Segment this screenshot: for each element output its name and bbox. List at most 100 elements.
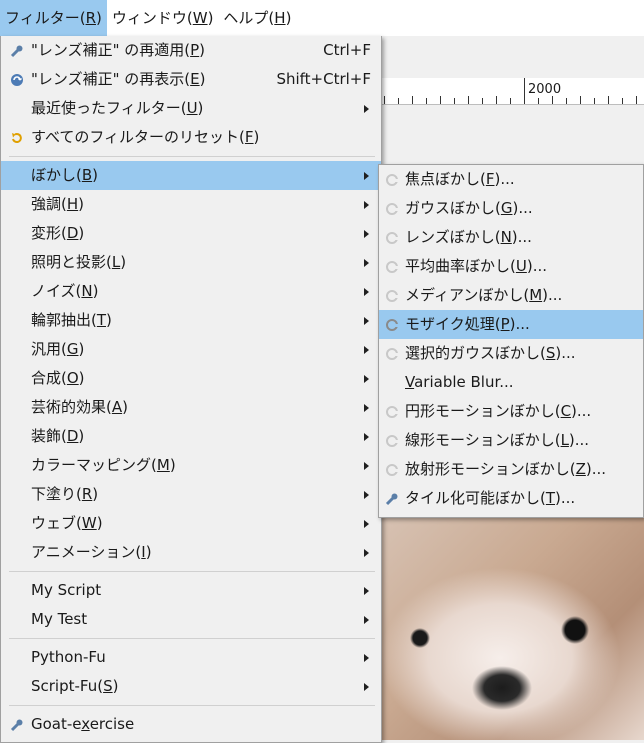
reset-icon: [9, 130, 24, 145]
menu-item-light-shadow[interactable]: 照明と投影(L): [1, 248, 381, 277]
item-label: カラーマッピング(: [31, 456, 157, 474]
submenu-arrow-icon: [364, 520, 369, 528]
submenu-item-gaussian-blur[interactable]: ガウスぼかし(G)...: [379, 194, 643, 223]
item-label: ノイズ(: [31, 282, 82, 300]
item-label: レンズぼかし(: [405, 228, 501, 246]
item-label: 装飾(: [31, 427, 67, 445]
gegl-icon: [384, 462, 399, 477]
submenu-arrow-icon: [364, 230, 369, 238]
menu-item-edge-detect[interactable]: 輪郭抽出(T): [1, 306, 381, 335]
menu-item-web[interactable]: ウェブ(W): [1, 509, 381, 538]
item-suffix: )...: [568, 431, 590, 449]
menu-item-generic[interactable]: 汎用(G): [1, 335, 381, 364]
menu-item-color-mapping[interactable]: カラーマッピング(M): [1, 451, 381, 480]
mnemonic: W: [81, 514, 97, 532]
menu-windows[interactable]: ウィンドウ(W): [107, 0, 219, 36]
submenu-item-lens-blur[interactable]: レンズぼかし(N)...: [379, 223, 643, 252]
submenu-arrow-icon: [364, 346, 369, 354]
submenu-item-variable-blur[interactable]: Variable Blur...: [379, 368, 643, 397]
menu-item-blur[interactable]: ぼかし(B): [1, 161, 381, 190]
submenu-arrow-icon: [364, 587, 369, 595]
ruler-tick: [608, 96, 609, 104]
menu-filters[interactable]: フィルター(R): [0, 0, 107, 36]
submenu-item-mean-curvature-blur[interactable]: 平均曲率ぼかし(U)...: [379, 252, 643, 281]
submenu-arrow-icon: [364, 433, 369, 441]
mnemonic: N: [81, 282, 93, 300]
menu-separator: [9, 705, 375, 706]
menu-item-combine[interactable]: 合成(O): [1, 364, 381, 393]
menu-item-animation[interactable]: アニメーション(I): [1, 538, 381, 567]
item-label: アニメーション(: [31, 543, 142, 561]
menu-item-noise[interactable]: ノイズ(N): [1, 277, 381, 306]
submenu-arrow-icon: [364, 317, 369, 325]
menu-item-distorts[interactable]: 変形(D): [1, 219, 381, 248]
ruler-tick: [594, 98, 595, 104]
submenu-item-pixelize[interactable]: モザイク処理(P)...: [379, 310, 643, 339]
item-label: My Test: [31, 610, 88, 628]
item-suffix: ): [120, 253, 127, 271]
menu-suffix: ): [207, 9, 214, 27]
ruler-tick: [566, 98, 567, 104]
item-label: 円形モーションぼかし(: [405, 402, 561, 420]
item-label: 下塗り(: [31, 485, 82, 503]
submenu-item-median-blur[interactable]: メディアンぼかし(M)...: [379, 281, 643, 310]
gear-icon: [384, 491, 399, 506]
ruler-tick: [510, 98, 511, 104]
menu-item-my-script[interactable]: My Script: [1, 576, 381, 605]
submenu-item-linear-motion-blur[interactable]: 線形モーションぼかし(L)...: [379, 426, 643, 455]
menu-item-render[interactable]: 下塗り(R): [1, 480, 381, 509]
item-label: すべてのフィルターのリセット(: [31, 128, 245, 146]
menu-item-script-fu[interactable]: Script-Fu(S): [1, 672, 381, 701]
item-suffix: ): [78, 427, 85, 445]
item-suffix: ): [78, 195, 84, 213]
menu-item-reset-all[interactable]: すべてのフィルターのリセット(F): [1, 123, 381, 152]
submenu-item-selective-gaussian-blur[interactable]: 選択的ガウスぼかし(S)...: [379, 339, 643, 368]
menu-label: ヘルプ(: [223, 9, 275, 27]
item-suffix: )...: [512, 199, 533, 217]
menu-item-recent-filters[interactable]: 最近使ったフィルター(U): [1, 94, 381, 123]
menu-item-python-fu[interactable]: Python-Fu: [1, 643, 381, 672]
menu-item-reshow[interactable]: "レンズ補正" の再表示(E) Shift+Ctrl+F: [1, 65, 381, 94]
item-label: 線形モーションぼかし(: [405, 431, 561, 449]
submenu-item-focus-blur[interactable]: 焦点ぼかし(F)...: [379, 165, 643, 194]
image-canvas[interactable]: [380, 518, 644, 740]
mnemonic: V: [405, 373, 415, 391]
item-suffix: )...: [526, 257, 547, 275]
mnemonic: S: [103, 677, 113, 695]
item-label: メディアンぼかし(: [405, 286, 530, 304]
recycle-icon: [9, 72, 24, 87]
menu-item-enhance[interactable]: 強調(H): [1, 190, 381, 219]
gegl-icon: [384, 317, 399, 332]
submenu-arrow-icon: [364, 616, 369, 624]
item-label: Python-Fu: [31, 648, 106, 666]
menu-item-my-test[interactable]: My Test: [1, 605, 381, 634]
menu-item-goat-exercise[interactable]: Goat-exercise: [1, 710, 381, 739]
menu-item-decor[interactable]: 装飾(D): [1, 422, 381, 451]
gegl-icon: [384, 230, 399, 245]
horizontal-ruler[interactable]: 2000: [380, 78, 644, 105]
item-suffix: ): [199, 70, 206, 88]
ruler-tick: [580, 96, 581, 104]
item-label: 変形(: [31, 224, 67, 242]
item-suffix: ): [92, 166, 99, 184]
ruler-label: 2000: [528, 82, 562, 97]
submenu-item-zoom-motion-blur[interactable]: 放射形モーションぼかし(Z)...: [379, 455, 643, 484]
submenu-item-circular-motion-blur[interactable]: 円形モーションぼかし(C)...: [379, 397, 643, 426]
menu-item-reapply[interactable]: "レンズ補正" の再適用(P) Ctrl+F: [1, 36, 381, 65]
menu-help[interactable]: ヘルプ(H): [218, 0, 296, 36]
item-suffix: )...: [555, 489, 576, 507]
item-suffix: ): [96, 514, 103, 532]
mnemonic: B: [81, 166, 93, 184]
item-label: ぼかし(: [31, 166, 82, 184]
menu-item-artistic[interactable]: 芸術的効果(A): [1, 393, 381, 422]
mnemonic: U: [186, 99, 198, 117]
ruler-tick: [496, 96, 497, 104]
item-label: 強調(: [31, 195, 67, 213]
item-suffix: )...: [542, 286, 563, 304]
mnemonic: T: [96, 311, 107, 329]
item-suffix: ): [92, 485, 99, 503]
item-suffix: ): [145, 543, 152, 561]
ruler-tick: [552, 96, 553, 104]
submenu-item-tileable-blur[interactable]: タイル化可能ぼかし(T)...: [379, 484, 643, 513]
item-label: 芸術的効果(: [31, 398, 112, 416]
